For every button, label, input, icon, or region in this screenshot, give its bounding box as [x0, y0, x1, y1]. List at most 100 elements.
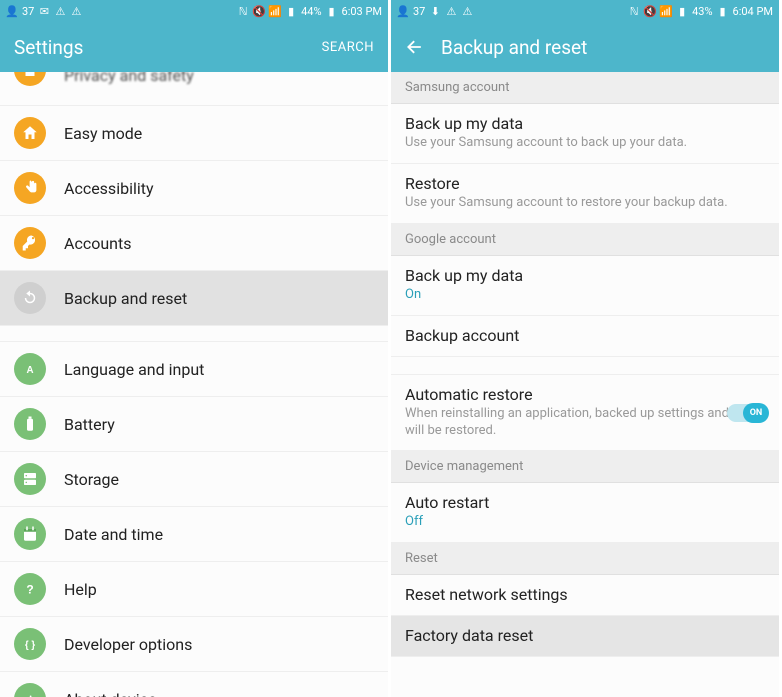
wifi-icon: 📶: [269, 5, 281, 17]
clock: 6:03 PM: [342, 5, 382, 18]
row-title: Back up my data: [405, 266, 765, 285]
warning-icon: ⚠: [461, 5, 473, 17]
row-title: Reset network settings: [405, 585, 765, 604]
toggle-switch[interactable]: ON: [727, 404, 767, 422]
mute-icon: 🔇: [644, 5, 656, 17]
row-backup-account[interactable]: Backup account: [391, 316, 779, 357]
svg-text:?: ?: [26, 583, 33, 597]
settings-item-label: Date and time: [64, 525, 163, 544]
settings-item-language-and-input[interactable]: A Language and input: [0, 342, 388, 397]
storage-icon: [14, 463, 46, 495]
settings-item-battery[interactable]: Battery: [0, 397, 388, 452]
warning-icon: ⚠: [70, 5, 82, 17]
settings-item-accessibility[interactable]: Accessibility: [0, 161, 388, 216]
section-header: Reset: [391, 543, 779, 575]
warning-icon: ⚠: [445, 5, 457, 17]
settings-item-easy-mode[interactable]: Easy mode: [0, 106, 388, 161]
mail-icon: ✉: [38, 5, 50, 17]
settings-item-developer-options[interactable]: { } Developer options: [0, 617, 388, 672]
app-bar: Settings SEARCH: [0, 22, 388, 72]
row-title: Backup account: [405, 326, 765, 345]
question-icon: ?: [14, 573, 46, 605]
row-title: Auto restart: [405, 493, 765, 512]
home-icon: [14, 117, 46, 149]
row-subtitle: On: [405, 287, 765, 304]
mute-icon: 🔇: [253, 5, 265, 17]
settings-item-label: Accessibility: [64, 179, 154, 198]
temp: 37: [22, 5, 34, 18]
status-bar: 👤 37 ⬇ ⚠ ⚠ ℕ 🔇 📶 ▮ 43% ▮ 6:04 PM: [391, 0, 779, 22]
row-subtitle: Off: [405, 514, 765, 531]
row-factory-data-reset[interactable]: Factory data reset: [391, 616, 779, 657]
A-icon: A: [14, 353, 46, 385]
lock-icon: [14, 72, 46, 86]
braces-icon: { }: [14, 628, 46, 660]
settings-item-accounts[interactable]: Accounts: [0, 216, 388, 271]
battery-pct: 43%: [692, 5, 712, 18]
battery-pct: 44%: [301, 5, 321, 18]
battery-icon: ▮: [326, 5, 338, 17]
row-back-up-my-data[interactable]: Back up my data On: [391, 256, 779, 316]
clock: 6:04 PM: [733, 5, 773, 18]
hand-icon: [14, 172, 46, 204]
back-button[interactable]: [405, 37, 425, 57]
battery-icon: [14, 408, 46, 440]
row-restore[interactable]: Restore Use your Samsung account to resto…: [391, 164, 779, 224]
section-header: Samsung account: [391, 72, 779, 104]
row-title: Automatic restore: [405, 385, 765, 404]
signal-icon: ▮: [676, 5, 688, 17]
temp: 37: [413, 5, 425, 18]
settings-item-label: Privacy and safety: [64, 72, 194, 85]
settings-item-label: Accounts: [64, 234, 131, 253]
warning-icon: ⚠: [54, 5, 66, 17]
backup-reset-list[interactable]: Samsung account Back up my data Use your S…: [391, 72, 779, 697]
signal-icon: ▮: [285, 5, 297, 17]
profile-icon: 👤: [397, 5, 409, 17]
settings-item-privacy-and-safety[interactable]: Privacy and safety: [0, 72, 388, 106]
profile-icon: 👤: [6, 5, 18, 17]
settings-item-label: Battery: [64, 415, 115, 434]
nfc-icon: ℕ: [628, 5, 640, 17]
settings-item-label: Developer options: [64, 635, 192, 654]
row-subtitle: Use your Samsung account to restore your…: [405, 195, 765, 212]
settings-item-label: Language and input: [64, 360, 204, 379]
settings-item-label: Easy mode: [64, 124, 142, 143]
settings-item-date-and-time[interactable]: Date and time: [0, 507, 388, 562]
settings-item-label: Help: [64, 580, 97, 599]
status-bar: 👤 37 ✉ ⚠ ⚠ ℕ 🔇 📶 ▮ 44% ▮ 6:03 PM: [0, 0, 388, 22]
nfc-icon: ℕ: [237, 5, 249, 17]
settings-item-about-device[interactable]: i About device: [0, 672, 388, 697]
row-back-up-my-data[interactable]: Back up my data Use your Samsung account …: [391, 104, 779, 164]
row-automatic-restore[interactable]: Automatic restoreWhen reinstalling an ap…: [391, 375, 779, 452]
settings-list[interactable]: Privacy and safety Easy mode Accessibili…: [0, 72, 388, 697]
settings-item-label: Storage: [64, 470, 119, 489]
battery-icon: ▮: [717, 5, 729, 17]
page-title: Backup and reset: [441, 36, 765, 59]
phone-right: 👤 37 ⬇ ⚠ ⚠ ℕ 🔇 📶 ▮ 43% ▮ 6:04 PM Backup …: [391, 0, 782, 697]
settings-item-label: Backup and reset: [64, 289, 187, 308]
section-header: Device management: [391, 451, 779, 483]
svg-text:A: A: [26, 365, 33, 376]
row-subtitle: Use your Samsung account to back up your…: [405, 135, 765, 152]
calendar-icon: [14, 518, 46, 550]
row-title: Restore: [405, 174, 765, 193]
toggle-knob: ON: [743, 403, 769, 423]
wifi-icon: 📶: [660, 5, 672, 17]
reset-icon: [14, 282, 46, 314]
settings-item-label: About device: [64, 690, 156, 697]
row-reset-network-settings[interactable]: Reset network settings: [391, 575, 779, 616]
app-bar: Backup and reset: [391, 22, 779, 72]
settings-item-storage[interactable]: Storage: [0, 452, 388, 507]
settings-item-help[interactable]: ? Help: [0, 562, 388, 617]
row-title: Back up my data: [405, 114, 765, 133]
row-auto-restart[interactable]: Auto restart Off: [391, 483, 779, 543]
page-title: Settings: [14, 36, 322, 59]
search-button[interactable]: SEARCH: [322, 40, 374, 55]
svg-text:{ }: { }: [25, 640, 36, 651]
section-header: Google account: [391, 224, 779, 256]
settings-item-backup-and-reset[interactable]: Backup and reset: [0, 271, 388, 326]
info-icon: i: [14, 683, 46, 697]
phone-left: 👤 37 ✉ ⚠ ⚠ ℕ 🔇 📶 ▮ 44% ▮ 6:03 PM Setting…: [0, 0, 391, 697]
arrow-left-icon: [405, 37, 425, 57]
row-title: Factory data reset: [405, 626, 765, 645]
